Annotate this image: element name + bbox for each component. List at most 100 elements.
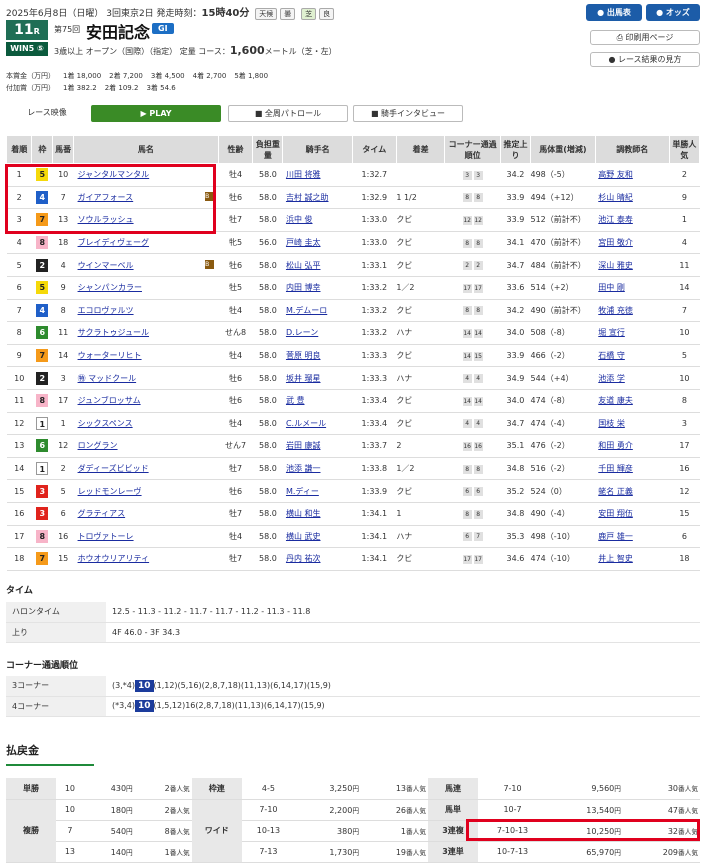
trainer-cell: 田中 剛 bbox=[595, 276, 670, 300]
jockey-link[interactable]: 横山 武史 bbox=[286, 532, 321, 541]
finish-time: 1:33.9 bbox=[352, 479, 397, 503]
trainer-link[interactable]: 池添 学 bbox=[598, 374, 625, 383]
trainer-link[interactable]: 杉山 晴紀 bbox=[598, 193, 633, 202]
jockey-link[interactable]: 武 豊 bbox=[286, 396, 305, 405]
jockey-link[interactable]: 浜中 俊 bbox=[286, 215, 313, 224]
frame-number: 5 bbox=[36, 281, 49, 295]
weight-carried: 58.0 bbox=[252, 321, 283, 345]
body-weight: 474（-4） bbox=[530, 412, 596, 436]
horse-name-link[interactable]: ジュンブロッサム bbox=[78, 396, 141, 405]
horse-name-link[interactable]: トロヴァトーレ bbox=[78, 532, 134, 541]
time-title: タイム bbox=[6, 586, 33, 596]
last-3f: 34.6 bbox=[500, 547, 531, 571]
jockey-link[interactable]: 坂井 瑠星 bbox=[286, 374, 321, 383]
jockey-link[interactable]: 菅原 明良 bbox=[286, 351, 321, 360]
horse-number: 9 bbox=[52, 276, 74, 300]
corner-positions: 14 14 bbox=[444, 389, 501, 413]
jockey-link[interactable]: C.ルメール bbox=[286, 419, 326, 428]
trainer-link[interactable]: 高野 友和 bbox=[598, 170, 633, 179]
print-button[interactable]: ⎙ 印刷用ページ bbox=[590, 30, 700, 45]
trainer-link[interactable]: 宮田 敬介 bbox=[598, 238, 633, 247]
jockey-link[interactable]: M.デムーロ bbox=[286, 306, 327, 315]
jockey-cell: 浜中 俊 bbox=[282, 208, 353, 232]
horse-name-link[interactable]: ㊕ マッドクール bbox=[78, 374, 137, 383]
horse-name-link[interactable]: ブレイディヴェーグ bbox=[78, 238, 149, 247]
jockey-link[interactable]: 丹内 祐次 bbox=[286, 554, 321, 563]
finish-position: 12 bbox=[6, 412, 32, 436]
trainer-link[interactable]: 和田 勇介 bbox=[598, 441, 633, 450]
horse-name-link[interactable]: シックスペンス bbox=[78, 419, 133, 428]
horse-number: 8 bbox=[52, 299, 74, 323]
jockey-link[interactable]: 池添 謙一 bbox=[286, 464, 321, 473]
popularity: 15 bbox=[669, 502, 700, 526]
corner-3: 6 bbox=[462, 532, 472, 542]
finish-position: 9 bbox=[6, 344, 32, 368]
trainer-link[interactable]: 深山 雅史 bbox=[598, 261, 633, 270]
jockey-link[interactable]: 戸崎 圭太 bbox=[286, 238, 321, 247]
trainer-cell: 千田 輝彦 bbox=[595, 457, 670, 481]
sex-age: 牡7 bbox=[218, 457, 253, 481]
horse-name-link[interactable]: ウインマーベル bbox=[78, 261, 134, 270]
margin: クビ bbox=[396, 208, 445, 232]
popularity: 18 bbox=[669, 547, 700, 571]
trainer-cell: 牧浦 充徳 bbox=[595, 299, 670, 323]
prize-info: 本賞金（万円） 1着 18,000 2着 7,200 3着 4,500 4着 2,700… bbox=[6, 72, 269, 92]
weight-carried: 58.0 bbox=[252, 208, 283, 232]
popularity: 4 bbox=[669, 231, 700, 255]
odds-button[interactable]: ● オッズ bbox=[646, 4, 700, 21]
howto-button[interactable]: ● レース結果の見方 bbox=[590, 52, 700, 67]
trainer-link[interactable]: 安田 翔伍 bbox=[598, 509, 633, 518]
horse-name-link[interactable]: グラティアス bbox=[78, 509, 126, 518]
race-video-label: レース映像 bbox=[6, 105, 88, 122]
patrol-button[interactable]: ■ 全周パトロール bbox=[228, 105, 348, 122]
popularity: 10 bbox=[669, 321, 700, 345]
body-weight: 474（-8） bbox=[530, 389, 596, 413]
trainer-link[interactable]: 友道 康夫 bbox=[598, 396, 633, 405]
trainer-cell: 井上 智史 bbox=[595, 547, 670, 571]
interview-button[interactable]: ■ 騎手インタビュー bbox=[353, 105, 463, 122]
trainer-link[interactable]: 千田 輝彦 bbox=[598, 464, 633, 473]
horse-name-link[interactable]: ダディーズビビッド bbox=[78, 464, 149, 473]
trainer-link[interactable]: 井上 智史 bbox=[598, 554, 633, 563]
horse-name-link[interactable]: ホウオウリアリティ bbox=[78, 554, 150, 563]
frame-cell: 8 bbox=[31, 389, 53, 413]
trainer-link[interactable]: 田中 剛 bbox=[598, 283, 625, 292]
finish-time: 1:33.3 bbox=[352, 344, 397, 368]
trainer-link[interactable]: 池江 泰寿 bbox=[598, 215, 633, 224]
horse-name-link[interactable]: ウォーターリヒト bbox=[78, 351, 142, 360]
trainer-link[interactable]: 牧浦 充徳 bbox=[598, 306, 633, 315]
frame-cell: 1 bbox=[31, 457, 53, 481]
entries-button[interactable]: ● 出馬表 bbox=[586, 4, 642, 21]
table-row: 17 8 16 トロヴァトーレ 牡4 58.0 横山 武史 1:34.1 ハナ 6 7 35.3 498… bbox=[6, 525, 700, 549]
play-button[interactable]: ▶ PLAY bbox=[91, 105, 221, 122]
horse-name-link[interactable]: サクラトゥジュール bbox=[78, 328, 149, 337]
frame-cell: 6 bbox=[31, 434, 53, 458]
trainer-link[interactable]: 蛯名 正義 bbox=[598, 487, 633, 496]
corner-positions: 14 15 bbox=[444, 344, 501, 368]
corner-positions: 88 bbox=[444, 299, 501, 323]
trainer-link[interactable]: 石橋 守 bbox=[598, 351, 625, 360]
highlight-top3 bbox=[5, 164, 216, 234]
trainer-link[interactable]: 国枝 栄 bbox=[598, 419, 625, 428]
body-weight: 508（-8） bbox=[530, 321, 596, 345]
jockey-link[interactable]: 内田 博幸 bbox=[286, 283, 321, 292]
trainer-link[interactable]: 鹿戸 雄一 bbox=[598, 532, 633, 541]
table-row: 15 3 5 レッドモンレーヴ 牡6 58.0 M.ディー 1:33.9 クビ 6 6 35.2 524… bbox=[6, 479, 700, 503]
jockey-link[interactable]: 岩田 康誠 bbox=[286, 441, 321, 450]
horse-cell: ホウオウリアリティ bbox=[73, 547, 219, 571]
jockey-link[interactable]: 横山 和生 bbox=[286, 509, 321, 518]
margin: ハナ bbox=[396, 525, 445, 549]
jockey-link[interactable]: 松山 弘平 bbox=[286, 261, 321, 270]
jockey-link[interactable]: 吉村 誠之助 bbox=[286, 193, 329, 202]
jockey-link[interactable]: 川田 将雅 bbox=[286, 170, 321, 179]
horse-name-link[interactable]: ロングラン bbox=[78, 441, 118, 450]
trainer-link[interactable]: 堀 宣行 bbox=[598, 328, 625, 337]
horse-number: 15 bbox=[52, 547, 74, 571]
horse-name-link[interactable]: シャンパンカラー bbox=[78, 283, 142, 292]
horse-name-link[interactable]: エコロヴァルツ bbox=[78, 306, 134, 315]
jockey-link[interactable]: D.レーン bbox=[286, 328, 318, 337]
horse-cell: ジュンブロッサム bbox=[73, 389, 219, 413]
horse-name-link[interactable]: レッドモンレーヴ bbox=[78, 487, 142, 496]
table-row: 9 7 14 ウォーターリヒト 牡4 58.0 菅原 明良 1:33.3 クビ 14 15 33.9 4… bbox=[6, 344, 700, 368]
jockey-link[interactable]: M.ディー bbox=[286, 487, 319, 496]
